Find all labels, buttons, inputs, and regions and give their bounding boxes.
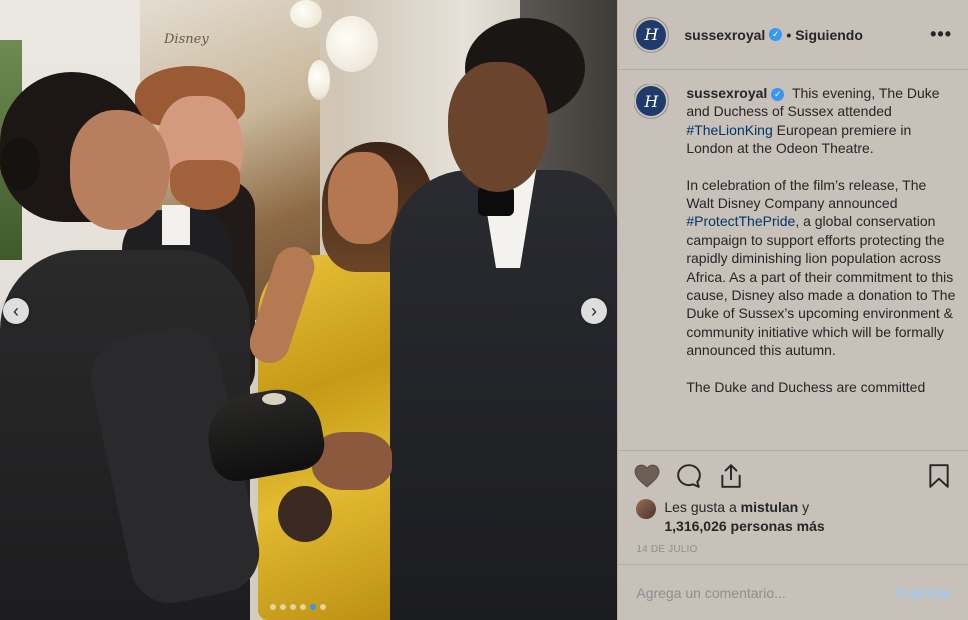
photo-lamp [326,16,378,72]
carousel-prev-button[interactable]: ‹ [3,298,29,324]
likes-prefix: Les gusta a [664,499,741,515]
photo-figure [262,393,286,405]
caption-username[interactable]: sussexroyal [686,85,767,101]
caption-text: The Duke and Duchess are committed [686,378,926,395]
heart-icon [634,464,660,488]
carousel-dot [270,604,276,610]
poster-logo-text: Disney [164,32,209,47]
photo-figure [162,205,190,245]
likes-summary: Les gusta a mistulan y 1,316,026 persona… [636,498,952,536]
likes-text: Les gusta a mistulan y 1,316,026 persona… [664,498,824,536]
save-button[interactable] [926,463,952,489]
photo-figure [0,138,40,190]
carousel-dot [320,604,326,610]
verified-badge-icon: ✓ [769,28,783,41]
photo-figure [328,152,398,244]
post-sidebar: H sussexroyal ✓ • Siguiendo ••• H sussex… [617,0,968,620]
verified-badge-icon: ✓ [771,87,785,101]
post-viewer: Disney ‹ › H sussexroyal ✓ • Siguiendo •… [0,0,968,620]
chevron-left-icon: ‹ [13,301,19,321]
carousel-dot [300,604,306,610]
avatar[interactable]: H [634,84,669,118]
carousel-dot-active [310,604,316,610]
post-header: H sussexroyal ✓ • Siguiendo ••• [618,0,968,70]
hashtag-link[interactable]: #TheLionKing [686,122,772,138]
photo-figure [70,110,170,230]
likes-count-link[interactable]: 1,316,026 personas más [664,518,824,534]
carousel-dot [290,604,296,610]
following-button[interactable]: Siguiendo [795,27,863,43]
photo-figure [170,160,240,210]
share-button[interactable] [718,463,744,489]
action-bar [618,450,968,500]
caption-text: , a global conservation campaign to supp… [686,213,956,359]
more-options-icon[interactable]: ••• [930,24,952,45]
carousel-dot [280,604,286,610]
avatar[interactable] [636,499,657,519]
chevron-right-icon: › [591,301,597,321]
avatar-monogram: H [644,91,659,111]
hashtag-link[interactable]: #ProtectThePride [686,213,795,229]
photo-lamp [290,0,322,28]
add-comment-bar: Publicar [618,564,968,620]
liker-username-link[interactable]: mistulan [741,499,799,515]
post-photo[interactable]: Disney ‹ › [0,0,618,620]
comments-area: H sussexroyal ✓ This evening, The Duke an… [634,84,956,444]
bookmark-icon [929,463,949,488]
share-icon [721,463,742,488]
like-button[interactable] [634,463,660,489]
carousel-indicator [270,604,326,610]
avatar-monogram: H [644,25,659,44]
carousel-next-button[interactable]: › [581,298,607,324]
username-link[interactable]: sussexroyal [684,27,765,43]
post-date[interactable]: 14 DE JULIO [636,544,697,555]
comment-button[interactable] [676,463,702,489]
comment-input[interactable] [634,583,897,602]
avatar[interactable]: H [634,17,669,52]
caption-text: In celebration of the film’s release, Th… [686,176,927,212]
photo-lamp [308,60,330,100]
likes-connector: y [798,499,810,515]
comment-icon [677,463,702,488]
photo-figure [278,486,332,542]
photo-figure [448,62,548,192]
follow-separator: • [786,26,792,43]
post-caption: sussexroyal ✓ This evening, The Duke and … [686,84,956,444]
publish-button[interactable]: Publicar [897,585,952,601]
